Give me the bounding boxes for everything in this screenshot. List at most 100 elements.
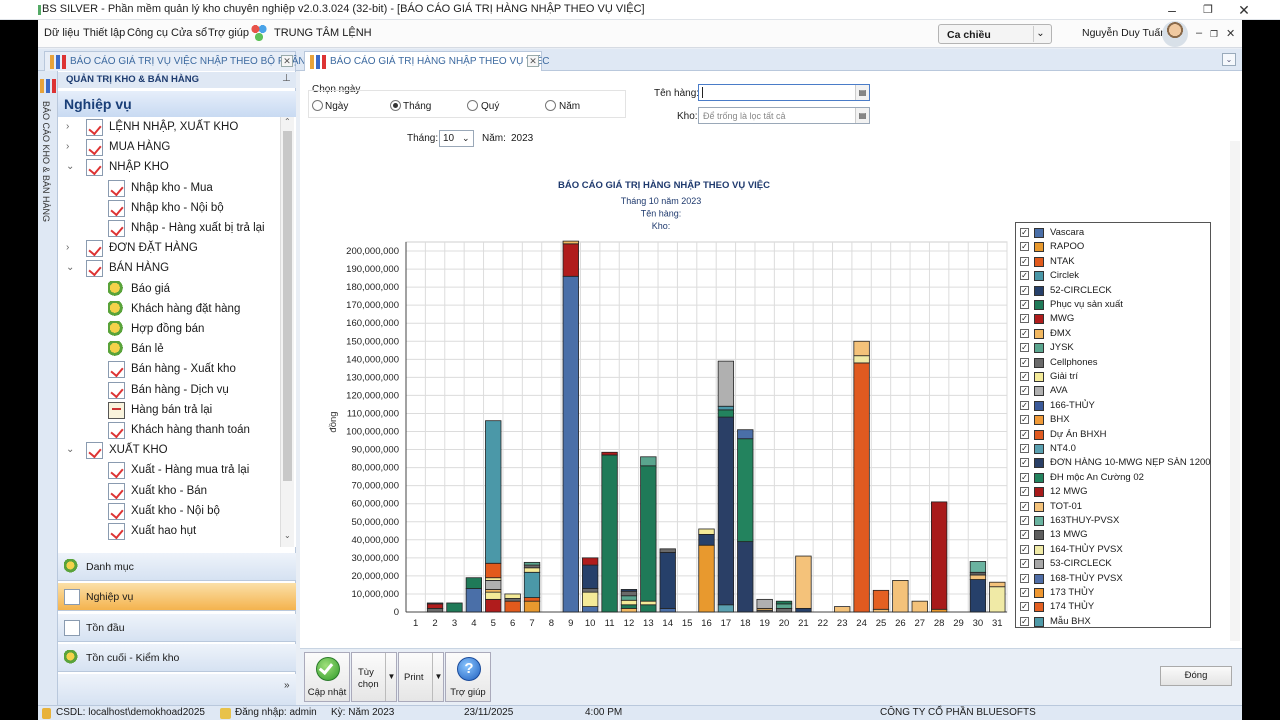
mdi-minimize-button[interactable]: – [1196, 27, 1202, 39]
scroll-down-icon[interactable]: ⌄ [284, 531, 291, 540]
avatar[interactable] [1162, 21, 1188, 47]
expand-more-icon[interactable]: » [284, 680, 290, 691]
chart-subtitle-line: Tháng 10 năm 2023 [621, 196, 702, 206]
legend-checkbox[interactable]: ✓ [1020, 588, 1029, 597]
restore-button[interactable]: ❐ [1190, 0, 1226, 20]
legend-checkbox[interactable]: ✓ [1020, 458, 1029, 468]
legend-checkbox[interactable]: ✓ [1020, 544, 1029, 554]
tree-scrollbar[interactable]: ⌃ ⌄ [280, 117, 294, 547]
legend-swatch [1034, 343, 1044, 354]
legend-checkbox[interactable]: ✓ [1020, 228, 1029, 237]
legend-checkbox[interactable]: ✓ [1020, 343, 1029, 353]
warehouse-input[interactable]: Để trống là lọc tất cả ▤ [698, 107, 870, 124]
year-input[interactable]: 2023 [511, 133, 533, 144]
tab-close-icon[interactable]: ✕ [281, 55, 293, 67]
expand-icon[interactable]: ⌄ [66, 262, 76, 273]
help-button[interactable]: ? Trợ giúp [445, 652, 491, 702]
legend-checkbox[interactable]: ✓ [1020, 559, 1029, 569]
command-center-menu[interactable]: TRUNG TÂM LỆNH [274, 27, 372, 39]
legend-label: Dự Án BHXH [1050, 428, 1107, 440]
sidebar-vertical-strip[interactable]: BÁO CÁO KHO & BÁN HÀNG [38, 71, 58, 705]
bar-segment [640, 456, 657, 467]
expand-icon[interactable]: › [66, 141, 76, 152]
tree-item-label: Nhập - Hàng xuất bị trả lại [131, 222, 265, 234]
legend-checkbox[interactable]: ✓ [1020, 530, 1029, 540]
legend-label: AVA [1050, 385, 1068, 397]
tab-bao-cao-vu-viec[interactable]: BÁO CÁO GIÁ TRỊ HÀNG NHẬP THEO VỤ VIỆC ✕ [304, 51, 550, 71]
dropdown-icon[interactable]: ▤ [855, 85, 869, 100]
legend-checkbox[interactable]: ✓ [1020, 328, 1029, 338]
tab-list-icon[interactable]: ⌄ [1222, 53, 1236, 66]
mdi-restore-button[interactable]: ❐ [1210, 29, 1218, 40]
bar-segment [523, 564, 541, 569]
minimize-button[interactable]: – [1154, 0, 1190, 20]
screen-edge-left [0, 20, 38, 720]
scroll-thumb[interactable] [283, 131, 292, 481]
expand-icon[interactable]: ⌄ [66, 444, 76, 455]
legend-checkbox[interactable]: ✓ [1020, 516, 1029, 525]
radio-ngay[interactable] [312, 100, 323, 111]
legend-checkbox[interactable]: ✓ [1020, 242, 1029, 252]
pin-icon[interactable]: ⊥ [282, 73, 291, 84]
legend-checkbox[interactable]: ✓ [1020, 602, 1029, 612]
legend-checkbox[interactable]: ✓ [1020, 487, 1029, 497]
legend-checkbox[interactable]: ✓ [1020, 372, 1029, 381]
shift-select[interactable]: Ca chiều ⌄ [938, 24, 1052, 44]
nav-button[interactable]: Nghiệp vụ [58, 583, 296, 612]
month-select[interactable]: 10 ⌄ [439, 130, 474, 147]
print-button[interactable]: Print ▼ [398, 652, 444, 702]
legend-checkbox[interactable]: ✓ [1020, 472, 1029, 482]
scroll-up-icon[interactable]: ⌃ [284, 117, 291, 126]
legend-checkbox[interactable]: ✓ [1020, 444, 1029, 453]
legend-checkbox[interactable]: ✓ [1020, 314, 1029, 324]
dropdown-icon[interactable]: ▤ [855, 108, 869, 123]
close-window-button[interactable]: ✕ [1226, 0, 1262, 20]
sales-icon [108, 321, 125, 338]
menu-tro-giup[interactable]: Trợ giúp [208, 27, 249, 39]
legend-checkbox[interactable]: ✓ [1020, 501, 1029, 511]
menu-du-lieu[interactable]: Dữ liệu [44, 27, 80, 39]
radio-quy[interactable] [467, 100, 478, 111]
legend-label: ĐH mộc An Cường 02 [1050, 471, 1144, 483]
options-button[interactable]: Tùy chọn ▼ [351, 652, 397, 702]
legend-checkbox[interactable]: ✓ [1020, 300, 1029, 309]
chevron-down-icon[interactable]: ▼ [385, 653, 397, 701]
item-input[interactable]: ▤ [698, 84, 870, 101]
legend-checkbox[interactable]: ✓ [1020, 429, 1029, 439]
expand-icon[interactable]: ⌄ [66, 161, 76, 172]
chevron-down-icon[interactable]: ▼ [432, 653, 444, 701]
legend-checkbox[interactable]: ✓ [1020, 271, 1029, 281]
nav-button[interactable]: Tồn cuối - Kiểm kho [58, 644, 296, 673]
tab-close-icon[interactable]: ✕ [527, 55, 539, 67]
radio-thang[interactable] [390, 100, 401, 111]
tab-label: BÁO CÁO GIÁ TRỊ HÀNG NHẬP THEO VỤ VIỆC [330, 56, 550, 67]
legend-checkbox[interactable]: ✓ [1020, 573, 1029, 583]
legend-checkbox[interactable]: ✓ [1020, 400, 1029, 410]
legend-checkbox[interactable]: ✓ [1020, 357, 1029, 367]
close-report-button[interactable]: Đóng [1160, 666, 1232, 686]
nav-button[interactable]: Danh mục [58, 553, 296, 581]
tab-bao-cao-bo-phan[interactable]: BÁO CÁO GIÁ TRỊ VỤ VIỆC NHẬP THEO BỘ PHẬ… [44, 51, 306, 71]
x-tick-label: 23 [837, 618, 848, 629]
menu-cua-so[interactable]: Cửa sổ [171, 27, 207, 39]
expand-icon[interactable]: › [66, 121, 76, 132]
menu-cong-cu[interactable]: Công cụ [127, 27, 168, 39]
legend-swatch [1034, 285, 1044, 296]
menu-thiet-lap[interactable]: Thiết lập [83, 27, 125, 39]
x-tick-label: 9 [568, 618, 573, 629]
legend-checkbox[interactable]: ✓ [1020, 386, 1029, 396]
legend-checkbox[interactable]: ✓ [1020, 616, 1029, 626]
bar-segment [620, 604, 638, 609]
expand-icon[interactable]: › [66, 242, 76, 253]
radio-nam[interactable] [545, 100, 556, 111]
legend-checkbox[interactable]: ✓ [1020, 256, 1029, 266]
tab-label: BÁO CÁO GIÁ TRỊ VỤ VIỆC NHẬP THEO BỘ PHẬ… [70, 56, 306, 67]
nav-button[interactable]: Tồn đầu [58, 613, 296, 642]
x-tick-label: 25 [876, 618, 887, 629]
bar-segment [620, 607, 638, 613]
legend-checkbox[interactable]: ✓ [1020, 415, 1029, 425]
update-button[interactable]: Cập nhật [304, 652, 350, 702]
options-label: Tùy chọn [358, 667, 379, 690]
mdi-close-button[interactable]: ✕ [1226, 27, 1235, 40]
legend-checkbox[interactable]: ✓ [1020, 285, 1029, 295]
